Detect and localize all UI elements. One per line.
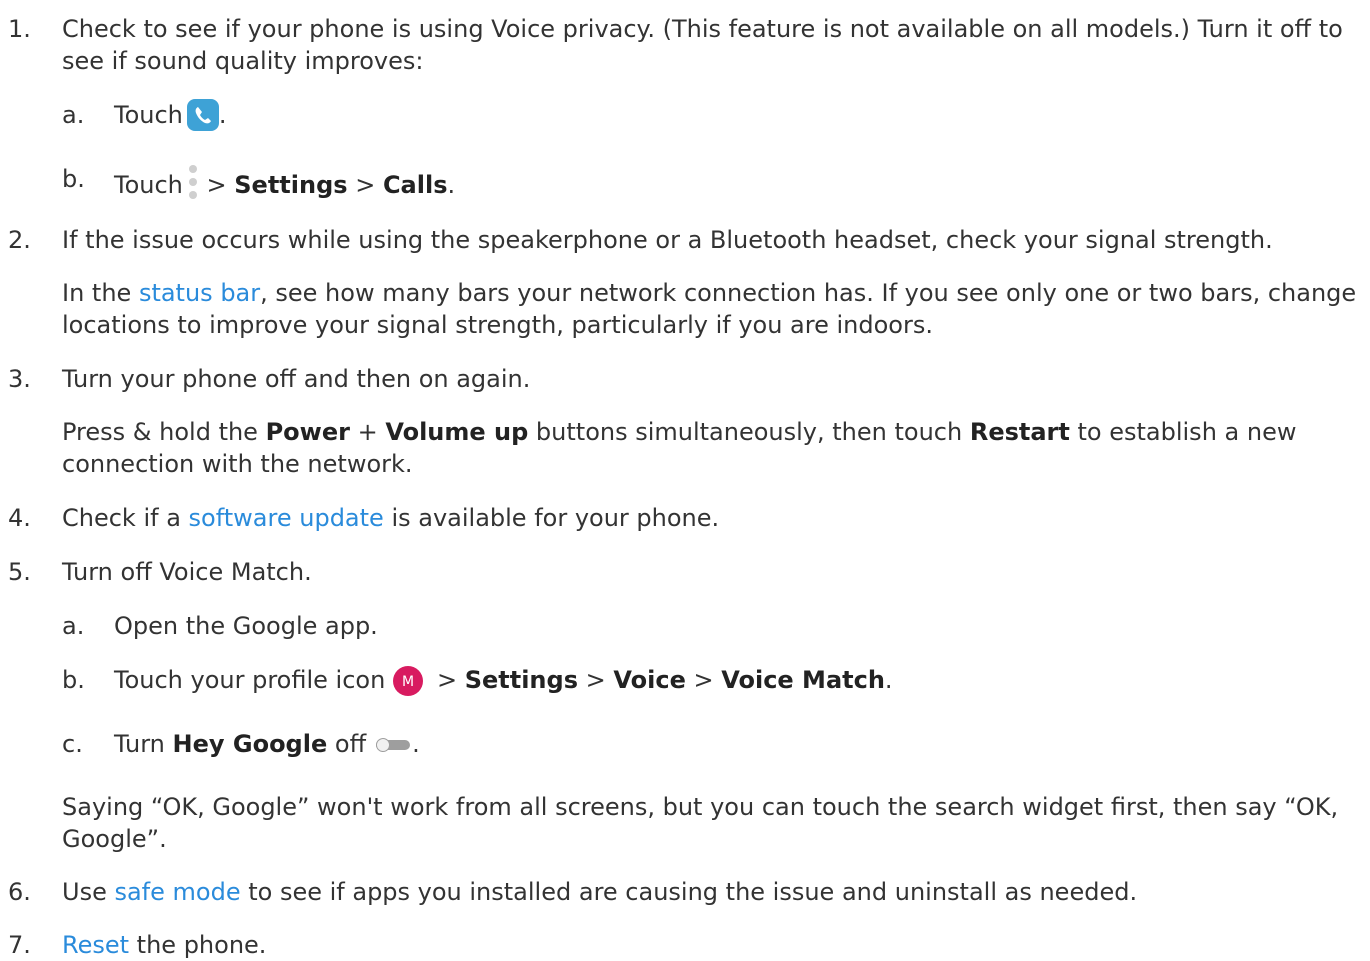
step-text: If the issue occurs while using the spea… [62, 226, 1273, 254]
substep-label: b. [62, 165, 85, 193]
substep-label: b. [62, 666, 85, 694]
step-note-text: Saying “OK, Google” won't work from all … [62, 793, 1339, 853]
step-number: 3. [8, 365, 31, 393]
step-number: 4. [8, 504, 31, 532]
step-text: Turn off Voice Match. [62, 558, 312, 586]
substep-label: a. [62, 101, 85, 129]
phone-app-icon [186, 99, 219, 139]
substep-label: a. [62, 612, 85, 640]
software-update-link[interactable]: software update [189, 504, 384, 532]
step-text: Check to see if your phone is using Voic… [62, 15, 1343, 75]
step-number: 7. [8, 931, 31, 959]
hey-google-label: Hey Google [172, 730, 328, 758]
step-number: 1. [8, 15, 31, 43]
toggle-off-icon [374, 729, 412, 761]
substep-text: Open the Google app. [114, 612, 378, 640]
safe-mode-link[interactable]: safe mode [114, 878, 240, 906]
settings-label: Settings [234, 171, 348, 199]
status-bar-link[interactable]: status bar [139, 279, 260, 307]
calls-label: Calls [382, 171, 448, 199]
step-number: 6. [8, 878, 31, 906]
more-options-icon [187, 163, 199, 209]
profile-avatar-icon: M [393, 666, 424, 704]
avatar-letter: M [402, 674, 414, 690]
substep-text: Touch [114, 101, 183, 129]
step-number: 5. [8, 558, 31, 586]
step-text: Turn your phone off and then on again. [62, 365, 531, 393]
step-number: 2. [8, 226, 31, 254]
substep-label: c. [62, 730, 83, 758]
reset-link[interactable]: Reset [62, 931, 129, 959]
